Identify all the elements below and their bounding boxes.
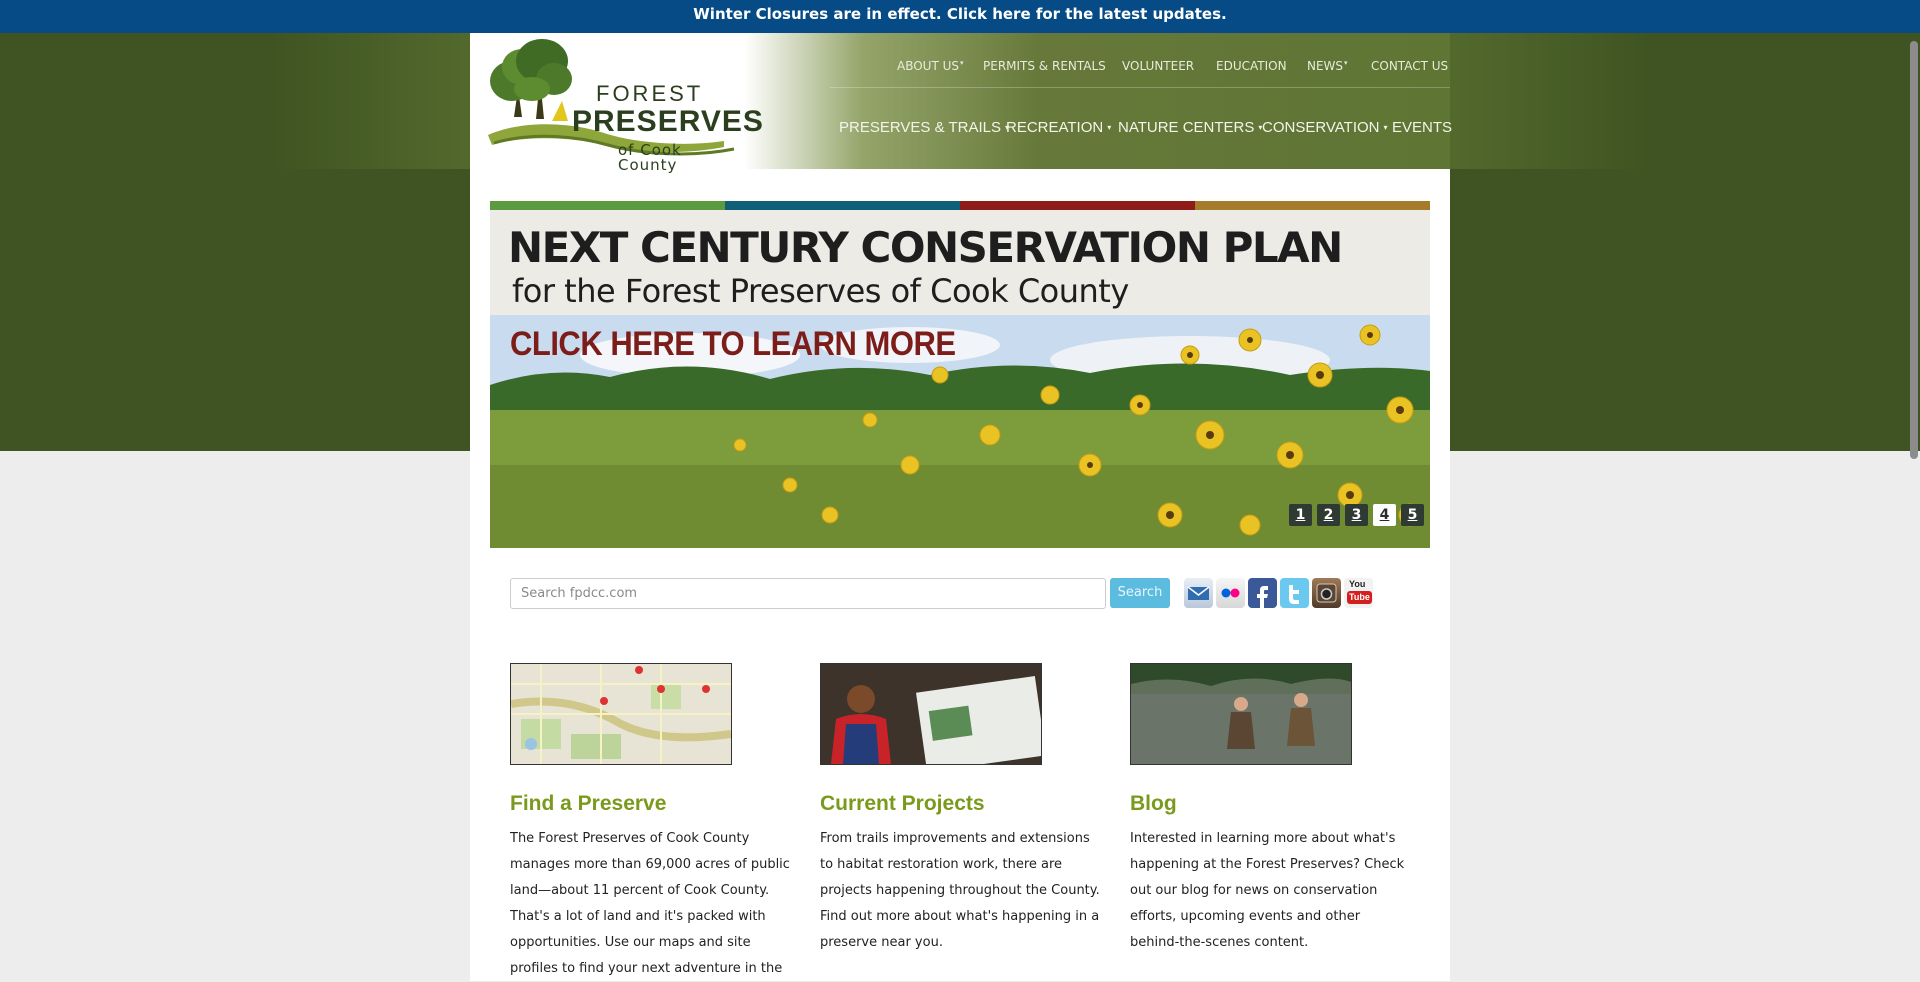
feature-find-a-preserve: Find a Preserve The Forest Preserves of … (510, 663, 790, 982)
nav-preserves-trails[interactable]: PRESERVES & TRAILS ▾ (839, 120, 1009, 135)
nav-conservation-label: CONSERVATION (1262, 119, 1380, 136)
current-projects-description: From trails improvements and extensions … (820, 831, 1100, 950)
chevron-down-icon: ▾ (1344, 59, 1348, 67)
slide-4-button[interactable]: 4 (1373, 504, 1396, 526)
nav-news[interactable]: NEWS▾ (1307, 59, 1348, 73)
nav-news-label: NEWS (1307, 59, 1344, 73)
site-header: FOREST PRESERVES of Cook County ABOUT US… (470, 33, 1452, 173)
color-stripes (490, 201, 1430, 210)
slider-subtitle: for the Forest Preserves of Cook County (512, 272, 1129, 310)
nav-nature-centers-label: NATURE CENTERS (1118, 119, 1255, 136)
feature-current-projects: Current Projects From trails improvement… (820, 663, 1100, 956)
flickr-icon[interactable] (1216, 578, 1245, 608)
site-logo[interactable]: FOREST PRESERVES of Cook County (484, 39, 763, 173)
email-icon[interactable] (1184, 578, 1213, 608)
slider-title: NEXT CENTURY CONSERVATION PLAN (508, 223, 1343, 272)
nav-contact-us-label: CONTACT US (1371, 59, 1449, 73)
instagram-icon[interactable] (1312, 578, 1341, 608)
nav-education[interactable]: EDUCATION (1216, 60, 1287, 72)
stripe-red (960, 201, 1195, 210)
nav-contact-us[interactable]: CONTACT US (1371, 60, 1448, 72)
slider-pager: 1 2 3 4 5 (1289, 504, 1424, 526)
youtube-icon[interactable]: You Tube (1344, 578, 1373, 608)
youtube-you-text: You (1349, 579, 1366, 589)
learn-more-link[interactable]: CLICK HERE TO LEARN MORE (510, 326, 956, 361)
blog-heading[interactable]: Blog (1130, 793, 1410, 814)
page-scrollbar[interactable] (1908, 33, 1920, 981)
stripe-green (490, 201, 725, 210)
current-projects-thumbnail[interactable] (820, 663, 1042, 765)
search-button[interactable]: Search (1110, 578, 1170, 608)
slide-1-button[interactable]: 1 (1289, 504, 1312, 526)
logo-forest-text: FOREST (596, 81, 704, 106)
blog-description: Interested in learning more about what's… (1130, 831, 1405, 950)
logo-cook-county-text: of Cook County (618, 141, 682, 174)
scrollbar-thumb[interactable] (1910, 41, 1918, 459)
hero-slider[interactable]: NEXT CENTURY CONSERVATION PLAN for the F… (490, 189, 1430, 548)
nav-preserves-trails-label: PRESERVES & TRAILS (839, 119, 1002, 136)
nav-conservation[interactable]: CONSERVATION ▾ (1262, 120, 1388, 135)
nav-about-us[interactable]: ABOUT US▾ (897, 59, 964, 73)
chevron-down-icon: ▾ (960, 59, 964, 67)
chevron-down-icon: ▾ (1383, 123, 1388, 133)
nav-volunteer-label: VOLUNTEER (1122, 59, 1195, 73)
nav-education-label: EDUCATION (1216, 59, 1287, 73)
find-a-preserve-heading[interactable]: Find a Preserve (510, 793, 790, 814)
nav-nature-centers[interactable]: NATURE CENTERS ▾ (1118, 120, 1262, 135)
winter-closures-alert[interactable]: Winter Closures are in effect. Click her… (0, 0, 1920, 33)
nav-events[interactable]: EVENTS (1392, 120, 1452, 135)
logo-preserves-text: PRESERVES (572, 105, 764, 138)
find-a-preserve-description: The Forest Preserves of Cook County mana… (510, 831, 790, 976)
nav-recreation-label: RECREATION (1006, 119, 1104, 136)
nav-permits-rentals[interactable]: PERMITS & RENTALS (983, 60, 1106, 72)
social-icons: You Tube (1184, 578, 1373, 608)
nav-divider (830, 87, 1450, 88)
search-input[interactable] (510, 578, 1106, 609)
feature-blog: Blog Interested in learning more about w… (1130, 663, 1410, 956)
nav-about-us-label: ABOUT US (897, 59, 960, 73)
page-container: FOREST PRESERVES of Cook County ABOUT US… (470, 33, 1452, 982)
blog-thumbnail[interactable] (1130, 663, 1352, 765)
project-photo-illustration (821, 664, 1041, 764)
slide-5-button[interactable]: 5 (1401, 504, 1424, 526)
stripe-gold (1195, 201, 1430, 210)
youtube-tube-text: Tube (1347, 591, 1372, 604)
find-a-preserve-map-thumbnail[interactable] (510, 663, 732, 765)
wetland-photo-illustration (1131, 664, 1351, 764)
nav-volunteer[interactable]: VOLUNTEER (1122, 60, 1194, 72)
current-projects-heading[interactable]: Current Projects (820, 793, 1100, 814)
slide-3-button[interactable]: 3 (1345, 504, 1368, 526)
slide-2-button[interactable]: 2 (1317, 504, 1340, 526)
map-illustration (511, 664, 731, 764)
facebook-icon[interactable] (1248, 578, 1277, 608)
nav-permits-rentals-label: PERMITS & RENTALS (983, 59, 1106, 73)
stripe-teal (725, 201, 960, 210)
nav-recreation[interactable]: RECREATION ▾ (1006, 120, 1111, 135)
nav-events-label: EVENTS (1392, 119, 1453, 136)
twitter-icon[interactable] (1280, 578, 1309, 608)
chevron-down-icon: ▾ (1107, 123, 1112, 133)
